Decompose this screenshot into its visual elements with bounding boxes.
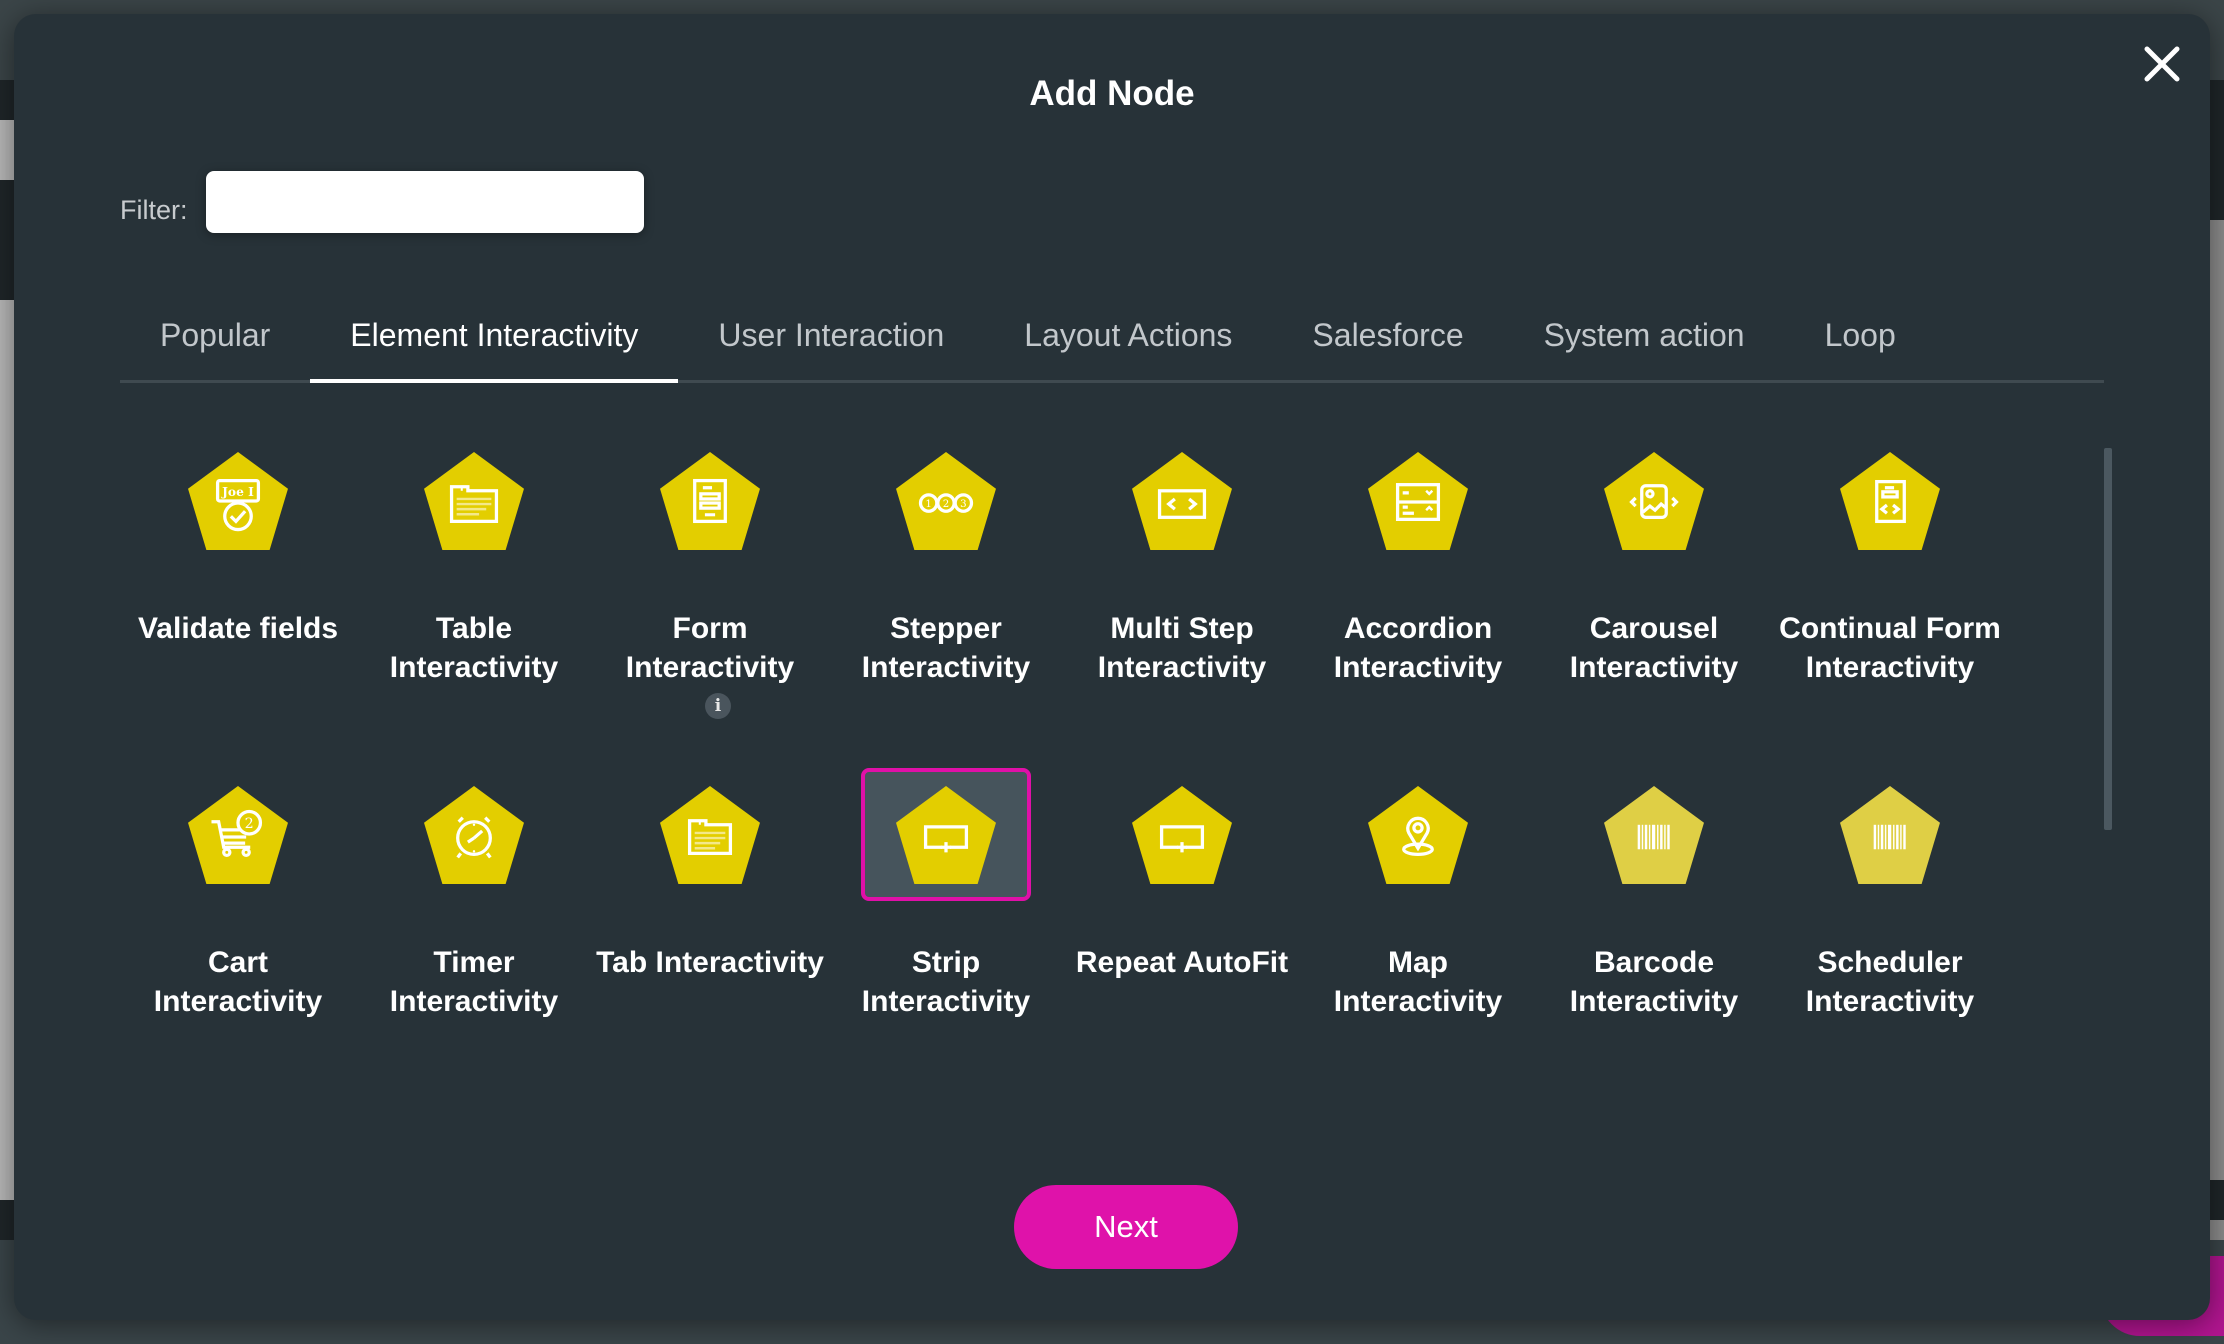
svg-text:2: 2 — [245, 815, 254, 831]
stepper-icon: 1 23 — [896, 451, 996, 550]
node-scheduler-interactivity[interactable]: Scheduler Interactivity — [1772, 768, 2008, 1059]
node-label: Timer Interactivity — [389, 946, 559, 1018]
repeat-autofit-icon — [1132, 785, 1232, 884]
tab-icon — [660, 785, 760, 884]
tab-system-action[interactable]: System action — [1504, 304, 1785, 380]
node-grid-viewport: Joe I Validate fields Table Interactivit… — [120, 434, 2080, 1059]
node-form-interactivity[interactable]: Form Interactivity i — [592, 434, 828, 768]
validate-fields-icon: Joe I — [188, 451, 288, 550]
node-table-interactivity[interactable]: Table Interactivity — [356, 434, 592, 768]
info-icon[interactable]: i — [705, 693, 731, 719]
grid-scrollbar[interactable] — [2104, 448, 2112, 830]
node-label: Carousel Interactivity — [1569, 612, 1739, 684]
multi-step-icon — [1132, 451, 1232, 550]
node-icon-tile[interactable]: 2 — [153, 768, 323, 901]
category-tabs: Popular Element Interactivity User Interac… — [120, 304, 2104, 383]
tab-element-interactivity[interactable]: Element Interactivity — [310, 304, 679, 383]
node-label: Form Interactivity — [625, 612, 795, 684]
node-icon-tile[interactable] — [625, 434, 795, 567]
node-icon-tile[interactable] — [1097, 434, 1267, 567]
node-repeat-autofit[interactable]: Repeat AutoFit — [1064, 768, 1300, 1059]
node-label: Table Interactivity — [389, 612, 559, 684]
add-node-modal: Add Node Filter: Popular Element Interact… — [14, 14, 2210, 1320]
svg-text:3: 3 — [960, 499, 966, 510]
node-stepper-interactivity[interactable]: 1 23 Stepper Interactivity — [828, 434, 1064, 768]
form-icon — [660, 451, 760, 550]
node-icon-tile[interactable]: Joe I — [153, 434, 323, 567]
carousel-icon — [1604, 451, 1704, 550]
node-cart-interactivity[interactable]: 2 Cart Interactivity — [120, 768, 356, 1059]
node-label: Accordion Interactivity — [1333, 612, 1503, 684]
node-icon-tile[interactable] — [1569, 768, 1739, 901]
node-continual-form-interactivity[interactable]: Continual Form Interactivity — [1772, 434, 2008, 768]
node-multi-step-interactivity[interactable]: Multi Step Interactivity — [1064, 434, 1300, 768]
node-icon-tile[interactable] — [1333, 768, 1503, 901]
timer-icon — [424, 785, 524, 884]
node-label: Scheduler Interactivity — [1805, 946, 1975, 1018]
node-icon-tile[interactable] — [1569, 434, 1739, 567]
map-pin-icon — [1368, 785, 1468, 884]
node-icon-tile[interactable] — [1097, 768, 1267, 901]
node-icon-tile[interactable] — [389, 768, 559, 901]
node-accordion-interactivity[interactable]: Accordion Interactivity — [1300, 434, 1536, 768]
node-label: Tab Interactivity — [596, 946, 824, 979]
modal-title: Add Node — [1029, 74, 1195, 113]
node-label: Validate fields — [137, 612, 339, 645]
tab-popular[interactable]: Popular — [120, 304, 310, 380]
barcode-icon — [1604, 785, 1704, 884]
node-label: Barcode Interactivity — [1569, 946, 1739, 1018]
svg-text:Joe I: Joe I — [221, 484, 254, 498]
filter-label: Filter: — [120, 195, 188, 225]
node-icon-tile[interactable] — [861, 768, 1031, 901]
node-validate-fields[interactable]: Joe I Validate fields — [120, 434, 356, 768]
node-label: Multi Step Interactivity — [1097, 612, 1267, 684]
node-icon-tile[interactable] — [1333, 434, 1503, 567]
svg-text:2: 2 — [943, 499, 949, 510]
tab-layout-actions[interactable]: Layout Actions — [984, 304, 1272, 380]
node-barcode-interactivity[interactable]: Barcode Interactivity — [1536, 768, 1772, 1059]
node-carousel-interactivity[interactable]: Carousel Interactivity — [1536, 434, 1772, 768]
node-icon-tile[interactable] — [625, 768, 795, 901]
strip-icon — [896, 785, 996, 884]
close-icon — [2144, 46, 2180, 82]
filter-input[interactable] — [206, 171, 644, 233]
node-map-interactivity[interactable]: Map Interactivity — [1300, 768, 1536, 1059]
node-label: Continual Form Interactivity — [1779, 612, 2001, 684]
continual-form-icon — [1840, 451, 1940, 550]
node-label: Map Interactivity — [1333, 946, 1503, 1018]
node-icon-tile[interactable] — [1805, 434, 1975, 567]
tab-loop[interactable]: Loop — [1785, 304, 1936, 380]
barcode-icon — [1840, 785, 1940, 884]
accordion-icon — [1368, 451, 1468, 550]
close-button[interactable] — [2140, 42, 2184, 86]
node-tab-interactivity[interactable]: Tab Interactivity — [592, 768, 828, 1059]
svg-text:1: 1 — [925, 499, 931, 510]
cart-icon: 2 — [188, 785, 288, 884]
node-label: Stepper Interactivity — [861, 612, 1031, 684]
node-icon-tile[interactable] — [389, 434, 559, 567]
node-label: Repeat AutoFit — [1075, 946, 1289, 979]
tab-user-interaction[interactable]: User Interaction — [678, 304, 984, 380]
node-label: Strip Interactivity — [861, 946, 1031, 1018]
node-timer-interactivity[interactable]: Timer Interactivity — [356, 768, 592, 1059]
node-icon-tile[interactable]: 1 23 — [861, 434, 1031, 567]
table-icon — [424, 451, 524, 550]
next-button[interactable]: Next — [1014, 1185, 1238, 1269]
tab-salesforce[interactable]: Salesforce — [1272, 304, 1503, 380]
node-grid: Joe I Validate fields Table Interactivit… — [120, 434, 2020, 1059]
node-label: Cart Interactivity — [153, 946, 323, 1018]
node-strip-interactivity[interactable]: Strip Interactivity — [828, 768, 1064, 1059]
node-icon-tile[interactable] — [1805, 768, 1975, 901]
